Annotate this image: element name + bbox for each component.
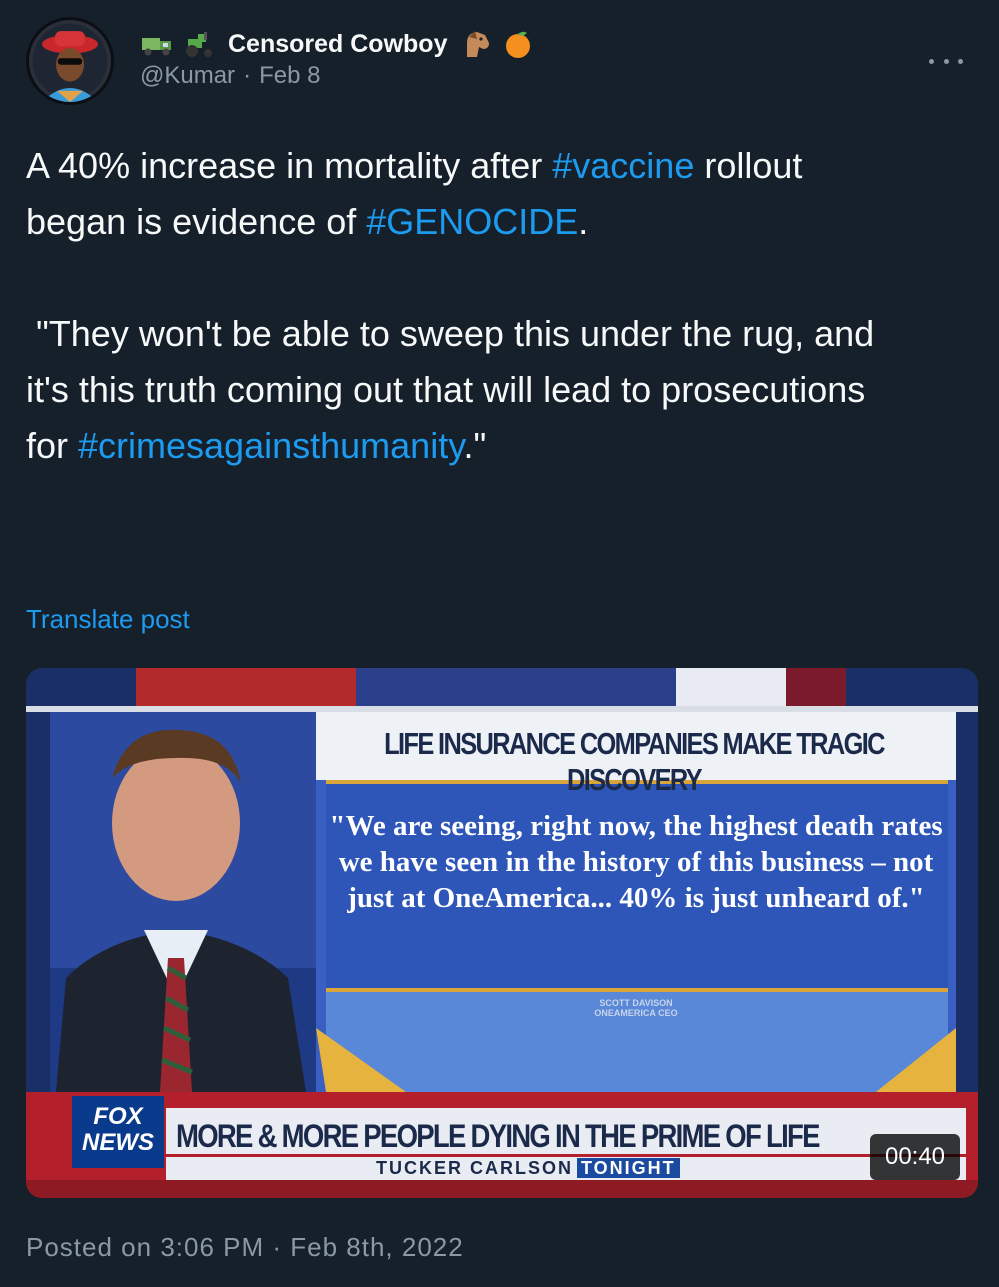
more-dot-icon [929, 58, 934, 64]
show-name: TUCKER CARLSON [376, 1158, 573, 1178]
tweet-text: A 40% increase in mortality after #vacci… [26, 138, 981, 474]
tangerine-emoji-icon [506, 31, 531, 58]
video-chyron: MORE & MORE PEOPLE DYING IN THE PRIME OF… [176, 1118, 820, 1154]
video-show-name: TUCKER CARLSON TONIGHT [376, 1158, 680, 1179]
tractor-emoji-icon [186, 32, 212, 57]
attribution-title: ONEAMERICA CEO [594, 1008, 678, 1018]
tweet-text-segment: ." [463, 425, 487, 466]
tweet-text-segment: A 40% increase in mortality after [26, 145, 553, 186]
fox-news-logo: FOX NEWS [72, 1096, 164, 1168]
video-attribution: SCOTT DAVISON ONEAMERICA CEO [546, 998, 726, 1018]
author-name-row[interactable]: Censored Cowboy [140, 24, 535, 64]
author-handle[interactable]: @Kumar [140, 62, 235, 90]
video-headline: LIFE INSURANCE COMPANIES MAKE TRAGIC DIS… [384, 726, 885, 797]
attribution-name: SCOTT DAVISON [599, 998, 673, 1008]
hashtag-link[interactable]: #crimesagainsthumanity [78, 425, 464, 466]
tweet-card: Censored Cowboy @Kumar · Feb 8 A 40% inc… [0, 0, 999, 1287]
logo-line-2: NEWS [82, 1129, 154, 1156]
translate-post-link[interactable]: Translate post [26, 604, 190, 635]
more-dot-icon [943, 58, 949, 64]
post-date[interactable]: Feb 8 [259, 62, 320, 90]
logo-line-1: FOX [93, 1103, 143, 1130]
hashtag-link[interactable]: #vaccine [552, 145, 694, 186]
video-duration-badge: 00:40 [870, 1134, 960, 1180]
author-meta: @Kumar · Feb 8 [140, 62, 320, 90]
more-dot-icon [958, 58, 963, 64]
hashtag-link[interactable]: #GENOCIDE [366, 201, 578, 242]
horse-face-emoji-icon [467, 31, 490, 57]
more-options-button[interactable] [929, 44, 963, 78]
video-quote: "We are seeing, right now, the highest d… [329, 810, 943, 914]
avatar-image [29, 20, 111, 102]
author-display-name[interactable]: Censored Cowboy [228, 30, 447, 59]
truck-emoji-icon [142, 38, 171, 56]
video-player[interactable]: LIFE INSURANCE COMPANIES MAKE TRAGIC DIS… [26, 668, 978, 1198]
meta-separator: · [243, 62, 252, 89]
posted-timestamp[interactable]: Posted on 3:06 PM · Feb 8th, 2022 [26, 1232, 464, 1263]
avatar[interactable] [26, 17, 114, 105]
show-tag: TONIGHT [577, 1158, 680, 1178]
